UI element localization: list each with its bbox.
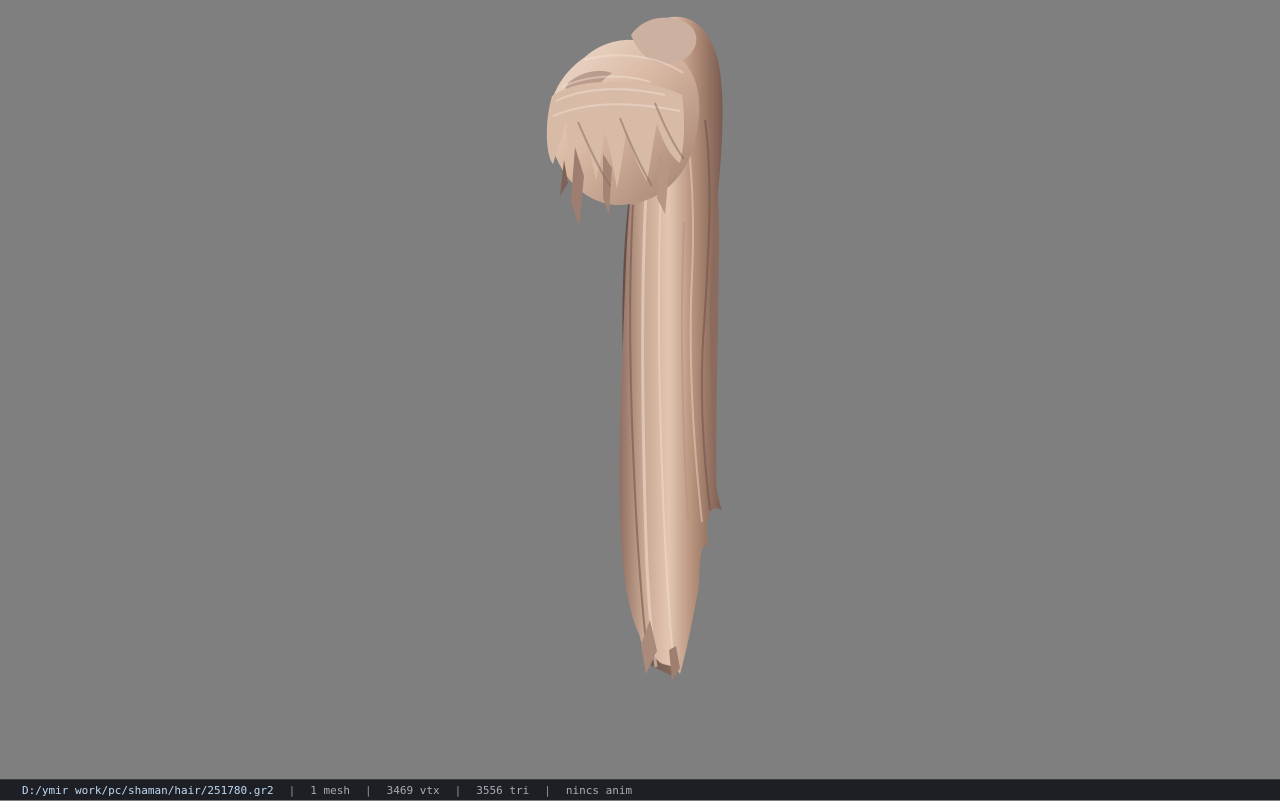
file-path-label: D:/ymir work/pc/shaman/hair/251780.gr2 (22, 783, 274, 797)
animation-status-label: nincs anim (565, 783, 633, 797)
3d-viewport[interactable] (0, 0, 1280, 779)
status-bar: D:/ymir work/pc/shaman/hair/251780.gr2 |… (0, 779, 1280, 800)
status-separator: | (544, 783, 551, 797)
mesh-count-label: 1 mesh (310, 783, 351, 797)
status-separator: | (365, 783, 372, 797)
status-separator: | (454, 783, 462, 797)
status-separator: | (288, 783, 296, 797)
vertex-count-label: 3469 vtx (386, 783, 440, 797)
hair-model (546, 16, 723, 680)
triangle-count-label: 3556 tri (476, 783, 530, 797)
